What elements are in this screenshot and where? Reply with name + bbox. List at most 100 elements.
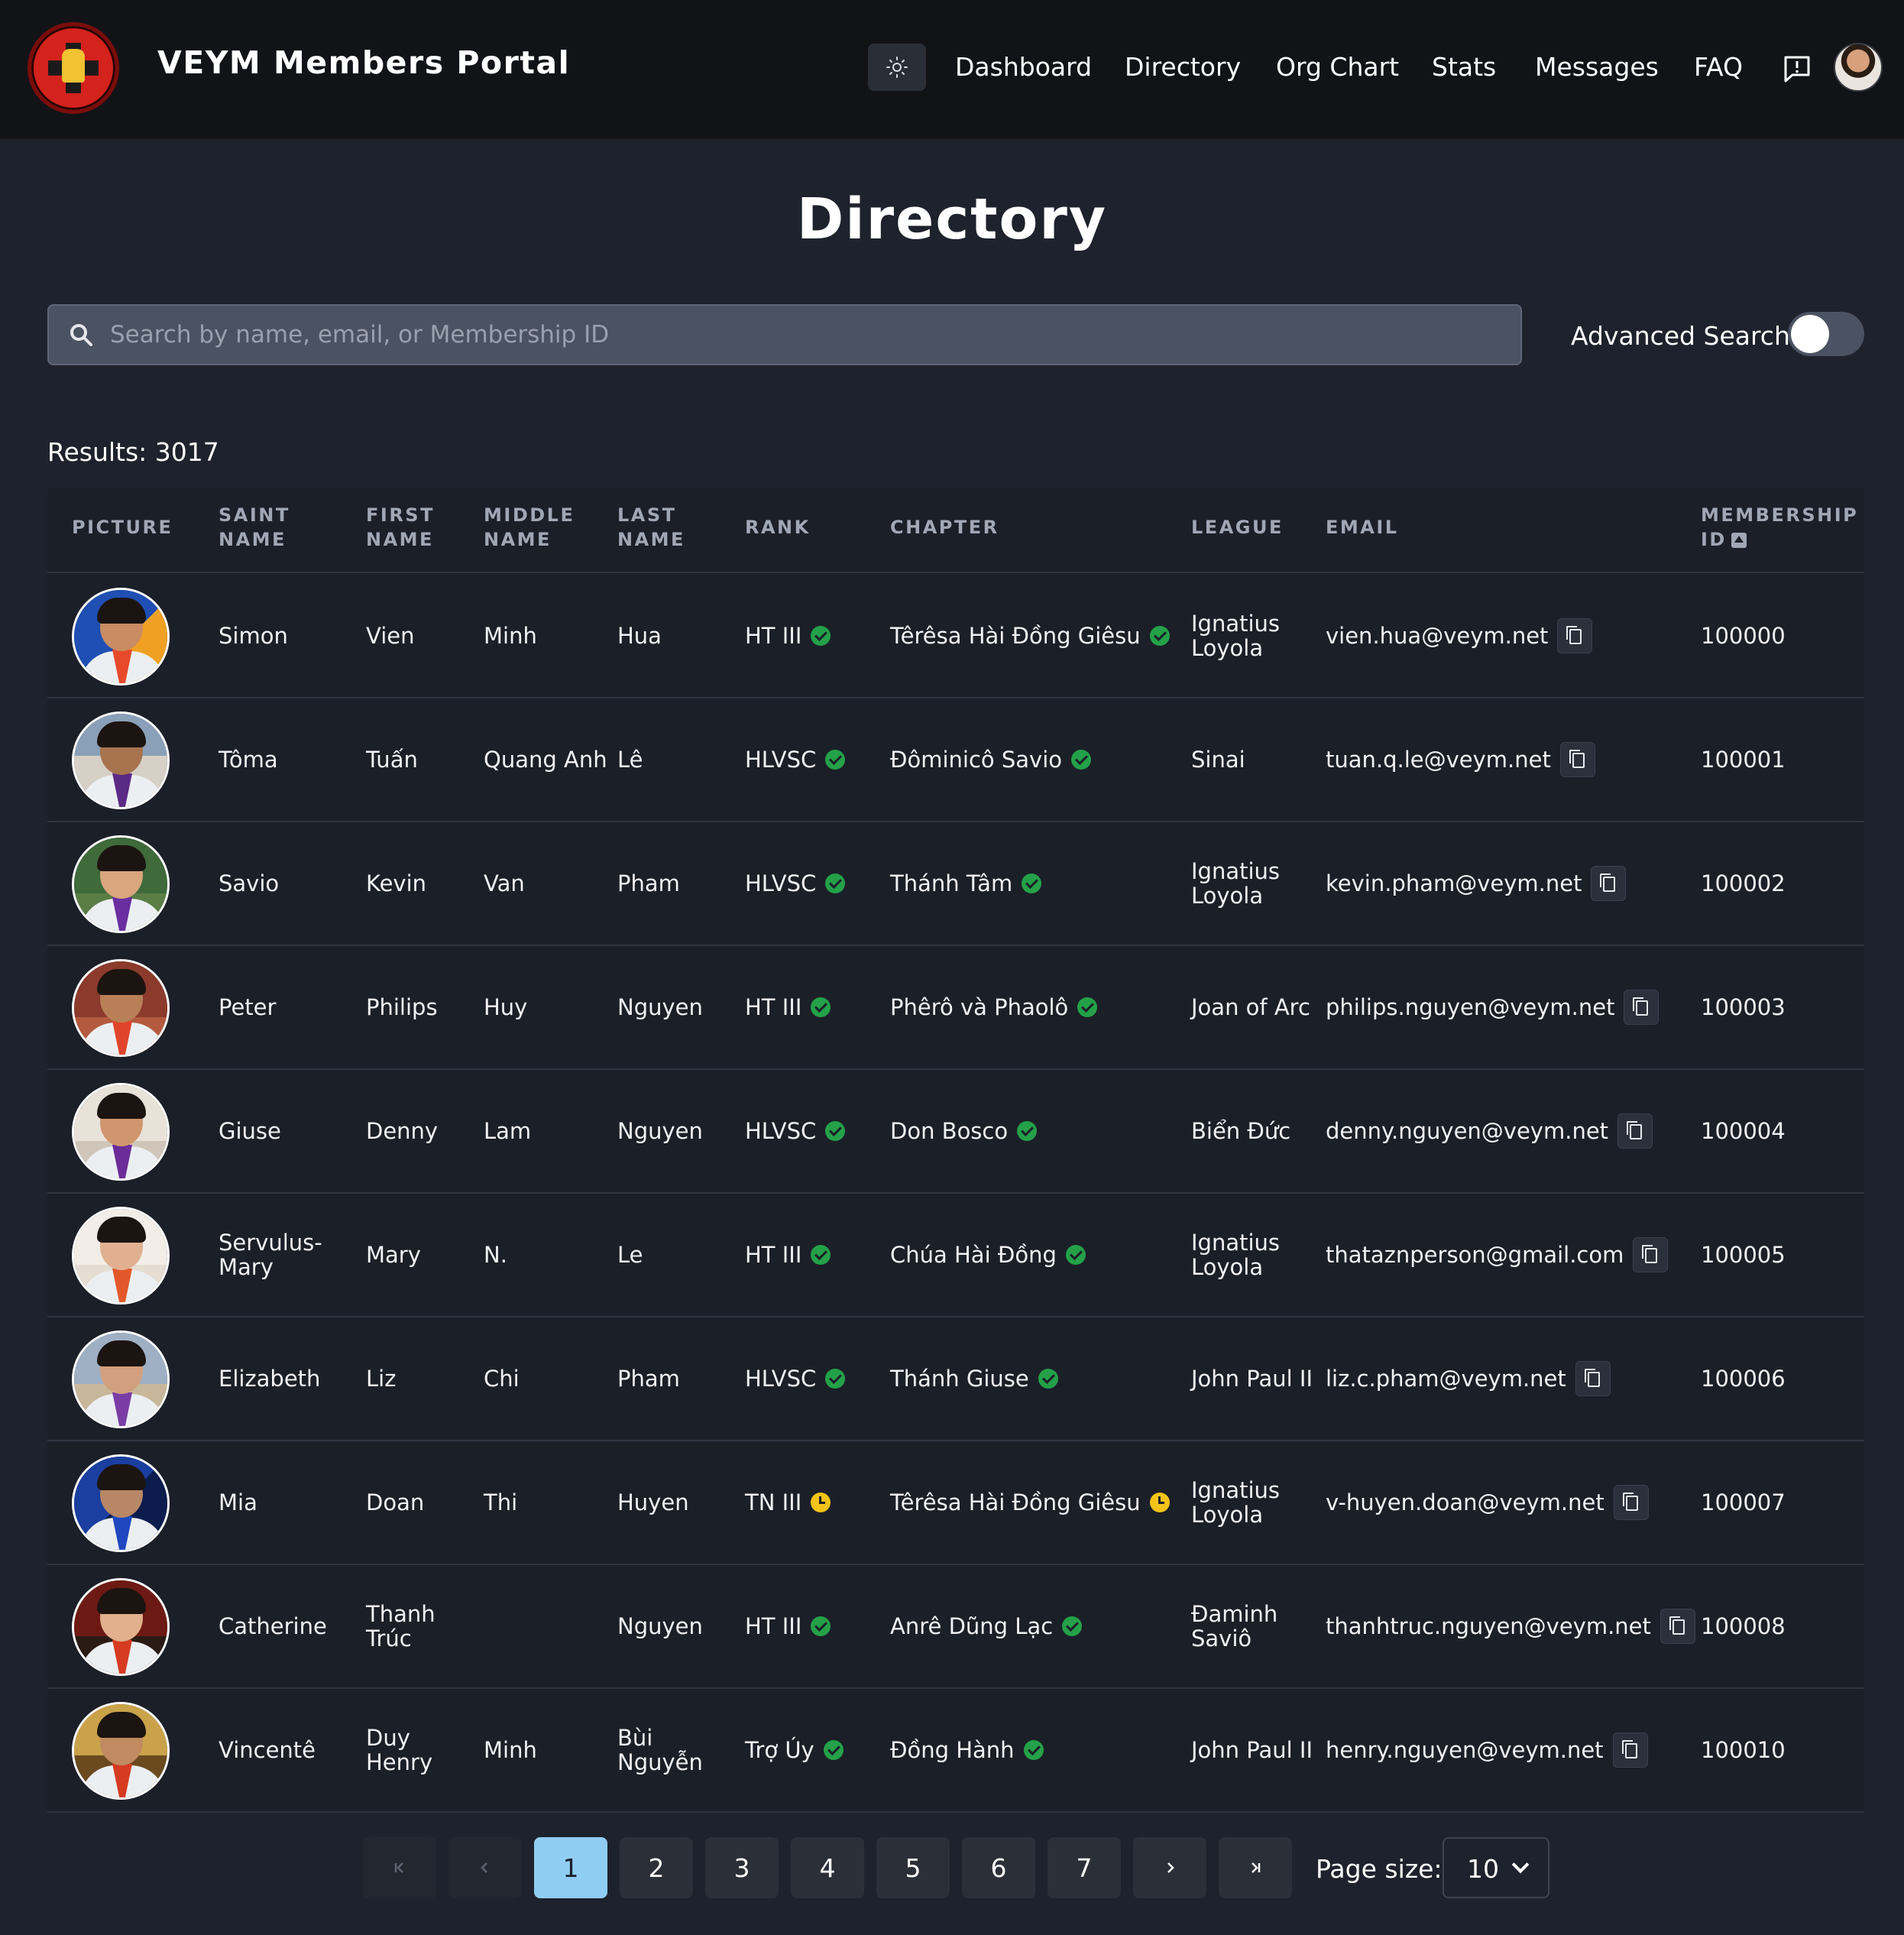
first-text: Philips (366, 994, 438, 1020)
chapter-text: Thánh Tâm (890, 870, 1013, 896)
email-text[interactable]: philips.nguyen@veym.net (1326, 995, 1614, 1019)
cell-league: Ignatius Loyola (1191, 1441, 1313, 1564)
cell-id: 100010 (1701, 1689, 1854, 1811)
cell-middle: Minh (484, 575, 610, 697)
header-membership-id[interactable]: MEMBERSHIP ID (1701, 503, 1861, 552)
cell-chapter: Đôminicô Savio (890, 698, 1180, 821)
page-button-2[interactable]: 2 (620, 1837, 693, 1898)
copy-email-icon[interactable] (1591, 866, 1627, 901)
copy-email-icon[interactable] (1660, 1609, 1695, 1644)
table-row[interactable]: Savio Kevin Van Pham HLVSC Thánh Tâm Ignatius … (47, 822, 1864, 946)
last-text: Bùi Nguyễn (617, 1725, 703, 1775)
copy-email-icon[interactable] (1633, 1237, 1669, 1272)
table-row[interactable]: Servulus-Mary Mary N. Le HT III Chúa Hài Đồng… (47, 1194, 1864, 1318)
member-avatar[interactable] (72, 1207, 170, 1305)
user-avatar[interactable] (1834, 43, 1883, 92)
last-page-button[interactable] (1219, 1837, 1292, 1898)
verified-check-icon (1022, 874, 1042, 893)
table-row[interactable]: Elizabeth Liz Chi Pham HLVSC Thánh Giuse John … (47, 1318, 1864, 1441)
table-row[interactable]: Giuse Denny Lam Nguyen HLVSC Don Bosco Biển Đứ… (47, 1070, 1864, 1194)
nav-stats[interactable]: Stats (1432, 52, 1496, 82)
cell-email: thataznperson@gmail.com (1326, 1194, 1692, 1316)
copy-email-icon[interactable] (1559, 742, 1595, 777)
middle-text: Minh (484, 623, 537, 649)
member-avatar[interactable] (72, 1454, 170, 1552)
header-middle-name[interactable]: MIDDLE NAME (484, 503, 598, 552)
page-button-5[interactable]: 5 (876, 1837, 950, 1898)
member-avatar[interactable] (72, 835, 170, 933)
page-button-6[interactable]: 6 (962, 1837, 1035, 1898)
header-email[interactable]: EMAIL (1326, 515, 1463, 540)
page-button-7[interactable]: 7 (1048, 1837, 1121, 1898)
header-rank[interactable]: RANK (745, 515, 882, 540)
nav-messages[interactable]: Messages (1535, 52, 1659, 82)
member-avatar[interactable] (72, 1331, 170, 1428)
middle-text: Thi (484, 1489, 518, 1515)
feedback-icon[interactable] (1782, 53, 1812, 84)
nav-org-chart[interactable]: Org Chart (1276, 52, 1399, 82)
id-text: 100004 (1701, 1118, 1786, 1144)
previous-page-button[interactable] (448, 1837, 522, 1898)
table-row[interactable]: Tôma Tuấn Quang Anh Lê HLVSC Đôminicô Savio Si… (47, 698, 1864, 822)
advanced-search-toggle[interactable] (1788, 312, 1864, 356)
next-page-button[interactable] (1133, 1837, 1206, 1898)
header-chapter[interactable]: CHAPTER (890, 515, 1028, 540)
last-text: Nguyen (617, 1613, 703, 1639)
header-saint-name[interactable]: SAINT NAME (219, 503, 333, 552)
email-text[interactable]: henry.nguyen@veym.net (1326, 1738, 1604, 1762)
last-text: Pham (617, 870, 680, 896)
copy-email-icon[interactable] (1612, 1732, 1648, 1768)
cell-chapter: Chúa Hài Đồng (890, 1194, 1180, 1316)
verified-check-icon (825, 750, 846, 770)
email-text[interactable]: vien.hua@veym.net (1326, 624, 1548, 648)
toggle-knob (1791, 315, 1829, 353)
table-row[interactable]: Mia Doan Thi Huyen TN III Têrêsa Hài Đồng Giê… (47, 1441, 1864, 1565)
email-text[interactable]: thataznperson@gmail.com (1326, 1243, 1624, 1267)
email-text[interactable]: v-huyen.doan@veym.net (1326, 1490, 1604, 1515)
sort-ascending-icon[interactable] (1731, 533, 1747, 548)
copy-email-icon[interactable] (1617, 1113, 1653, 1149)
member-avatar[interactable] (72, 588, 170, 686)
header-league[interactable]: LEAGUE (1191, 515, 1329, 540)
page-button-3[interactable]: 3 (705, 1837, 779, 1898)
page-size-select[interactable]: 10 (1443, 1837, 1549, 1898)
member-avatar[interactable] (72, 1578, 170, 1676)
page-button-1[interactable]: 1 (534, 1837, 607, 1898)
header-first-name[interactable]: FIRST NAME (366, 503, 473, 552)
nav-faq[interactable]: FAQ (1694, 52, 1743, 82)
member-avatar[interactable] (72, 959, 170, 1057)
copy-email-icon[interactable] (1557, 618, 1593, 653)
pending-clock-icon (1149, 1493, 1170, 1512)
table-row[interactable]: Peter Philips Huy Nguyen HT III Phêrô và Phao… (47, 946, 1864, 1070)
email-text[interactable]: liz.c.pham@veym.net (1326, 1366, 1566, 1391)
nav-directory[interactable]: Directory (1125, 52, 1241, 82)
cell-saint: Servulus-Mary (219, 1194, 356, 1316)
veym-logo[interactable] (28, 22, 119, 114)
member-avatar[interactable] (72, 1702, 170, 1800)
copy-email-icon[interactable] (1613, 1485, 1649, 1520)
nav-dashboard[interactable]: Dashboard (955, 52, 1092, 82)
copy-email-icon[interactable] (1575, 1361, 1611, 1396)
member-avatar[interactable] (72, 711, 170, 809)
header-last-name[interactable]: LAST NAME (617, 503, 709, 552)
email-text[interactable]: tuan.q.le@veym.net (1326, 747, 1551, 772)
rank-text: HT III (745, 994, 802, 1020)
app-title[interactable]: VEYM Members Portal (157, 44, 570, 81)
table-row[interactable]: Catherine Thanh Trúc Nguyen HT III Anrê Dũng… (47, 1565, 1864, 1689)
first-text: Kevin (366, 870, 427, 896)
page-button-4[interactable]: 4 (791, 1837, 864, 1898)
email-text[interactable]: denny.nguyen@veym.net (1326, 1119, 1608, 1143)
table-row[interactable]: Simon Vien Minh Hua HT III Têrêsa Hài Đồng Gi… (47, 575, 1864, 698)
table-row[interactable]: Vincentê Duy Henry Minh Bùi Nguyễn Trợ Úy Đồn… (47, 1689, 1864, 1813)
copy-email-icon[interactable] (1624, 990, 1660, 1025)
member-avatar[interactable] (72, 1083, 170, 1181)
verified-check-icon (823, 1740, 844, 1760)
email-text[interactable]: kevin.pham@veym.net (1326, 871, 1582, 896)
first-page-button[interactable] (363, 1837, 436, 1898)
last-page-icon (1252, 1862, 1261, 1873)
results-count: Results: 3017 (47, 437, 219, 467)
theme-toggle-button[interactable] (868, 44, 926, 91)
search-input[interactable] (110, 306, 1508, 364)
first-text: Thanh Trúc (366, 1601, 436, 1651)
email-text[interactable]: thanhtruc.nguyen@veym.net (1326, 1614, 1651, 1638)
